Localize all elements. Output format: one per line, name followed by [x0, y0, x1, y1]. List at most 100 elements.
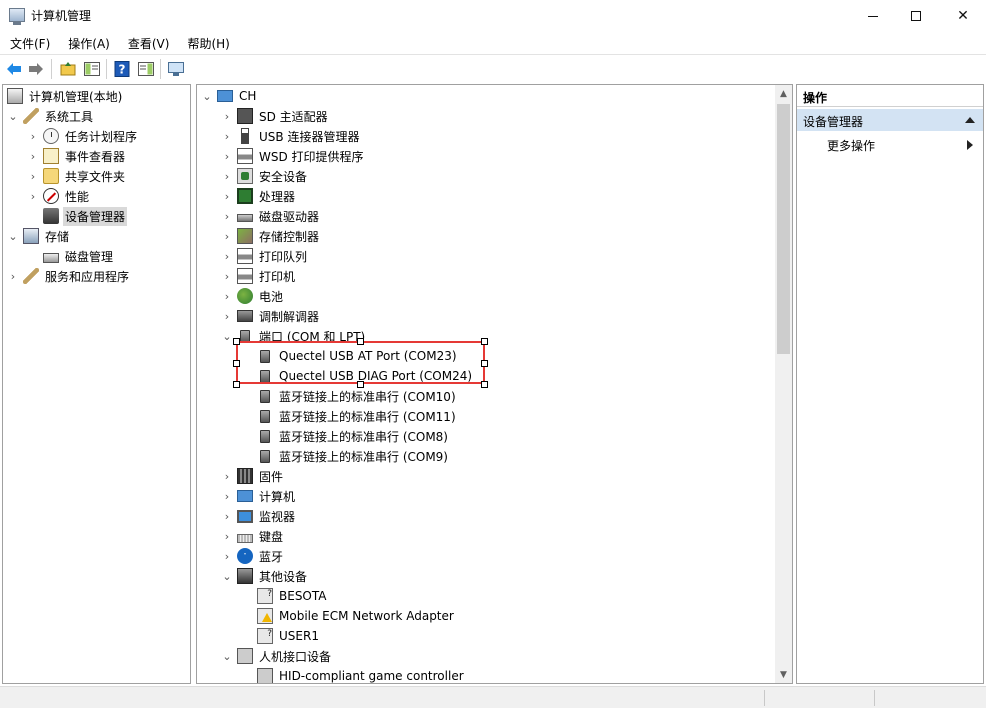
device-label: 安全设备 [259, 169, 308, 184]
forward-arrow-icon[interactable] [27, 60, 45, 78]
device-category[interactable]: › 调制解调器 [221, 306, 321, 326]
device-category[interactable]: › 打印队列 [221, 246, 309, 266]
chevron-right-icon[interactable]: › [221, 110, 233, 123]
menu-action[interactable]: 操作(A) [58, 31, 118, 54]
device-category[interactable]: › 电池 [221, 286, 285, 306]
close-button[interactable]: ✕ [940, 0, 986, 31]
chevron-right-icon[interactable]: › [221, 230, 233, 243]
device-item[interactable]: 蓝牙链接上的标准串行 (COM8) [253, 426, 450, 446]
device-item[interactable]: HID-compliant game controller [253, 666, 466, 683]
chevron-right-icon[interactable]: › [221, 310, 233, 323]
collapse-icon[interactable] [965, 117, 975, 123]
monitor-icon[interactable] [167, 60, 185, 78]
resize-handle[interactable] [357, 381, 364, 388]
up-folder-icon[interactable] [59, 60, 77, 78]
chevron-right-icon[interactable]: › [221, 130, 233, 143]
storage-icon [23, 228, 39, 244]
chevron-right-icon[interactable]: › [221, 530, 233, 543]
minimize-button[interactable] [850, 0, 896, 31]
chevron-down-icon[interactable]: ⌄ [7, 110, 19, 123]
device-category[interactable]: › ᛫ 蓝牙 [221, 546, 285, 566]
device-category[interactable]: › WSD 打印提供程序 [221, 146, 366, 166]
services-icon [23, 268, 39, 284]
resize-handle[interactable] [357, 338, 364, 345]
chevron-right-icon[interactable]: › [221, 210, 233, 223]
device-category[interactable]: ⌄ 其他设备 [221, 566, 309, 586]
device-label: 计算机 [259, 489, 296, 504]
resize-handle[interactable] [233, 381, 240, 388]
device-category[interactable]: › 计算机 [221, 486, 297, 506]
chevron-down-icon[interactable]: ⌄ [221, 650, 233, 663]
printer-icon [237, 248, 253, 264]
device-category[interactable]: › 打印机 [221, 266, 297, 286]
window-title: 计算机管理 [31, 9, 92, 23]
device-category[interactable]: › 固件 [221, 466, 285, 486]
tree-item-services[interactable]: › 服务和应用程序 [7, 266, 131, 286]
actions-section-device-manager[interactable]: 设备管理器 [797, 109, 983, 131]
chevron-right-icon[interactable]: › [221, 270, 233, 283]
scroll-up-icon[interactable]: ▲ [775, 85, 792, 102]
device-category[interactable]: › 安全设备 [221, 166, 309, 186]
device-item[interactable]: 蓝牙链接上的标准串行 (COM10) [253, 386, 458, 406]
tree-item-root[interactable]: 计算机管理(本地) [5, 86, 124, 106]
chevron-right-icon[interactable]: › [221, 510, 233, 523]
resize-handle[interactable] [481, 338, 488, 345]
chevron-right-icon[interactable]: › [221, 550, 233, 563]
chevron-down-icon[interactable]: ⌄ [201, 90, 213, 103]
device-root[interactable]: ⌄ CH [201, 86, 258, 106]
device-item[interactable]: 蓝牙链接上的标准串行 (COM11) [253, 406, 458, 426]
show-tree-icon[interactable] [83, 60, 101, 78]
tree-item-task-scheduler[interactable]: › 任务计划程序 [27, 126, 139, 146]
device-label: USB 连接器管理器 [259, 129, 360, 144]
device-item[interactable]: BESOTA [253, 586, 328, 606]
device-category[interactable]: › 键盘 [221, 526, 285, 546]
device-category[interactable]: › SD 主适配器 [221, 106, 330, 126]
device-category[interactable]: › 磁盘驱动器 [221, 206, 321, 226]
back-arrow-icon[interactable] [5, 60, 23, 78]
device-category[interactable]: › USB 连接器管理器 [221, 126, 361, 146]
help-icon[interactable]: ? [113, 60, 131, 78]
chevron-right-icon[interactable]: › [27, 190, 39, 203]
chevron-right-icon[interactable]: › [221, 470, 233, 483]
tree-item-performance[interactable]: › 性能 [27, 186, 91, 206]
chevron-right-icon[interactable]: › [221, 190, 233, 203]
chevron-right-icon[interactable]: › [7, 270, 19, 283]
menu-view[interactable]: 查看(V) [118, 31, 178, 54]
scrollbar-thumb[interactable] [777, 104, 790, 354]
maximize-button[interactable] [893, 0, 939, 31]
chevron-right-icon[interactable]: › [27, 150, 39, 163]
chevron-down-icon[interactable]: ⌄ [221, 330, 233, 343]
more-actions-item[interactable]: 更多操作 [827, 137, 875, 154]
vertical-scrollbar[interactable]: ▲ ▼ [775, 85, 792, 683]
device-category[interactable]: › 处理器 [221, 186, 297, 206]
device-category[interactable]: ⌄ 人机接口设备 [221, 646, 333, 666]
resize-handle[interactable] [481, 360, 488, 367]
device-item[interactable]: 蓝牙链接上的标准串行 (COM9) [253, 446, 450, 466]
chevron-down-icon[interactable]: ⌄ [7, 230, 19, 243]
menu-help[interactable]: 帮助(H) [177, 31, 237, 54]
tree-item-shared-folders[interactable]: › 共享文件夹 [27, 166, 127, 186]
resize-handle[interactable] [233, 338, 240, 345]
chevron-right-icon[interactable]: › [221, 490, 233, 503]
chevron-down-icon[interactable]: ⌄ [221, 570, 233, 583]
resize-handle[interactable] [233, 360, 240, 367]
resize-handle[interactable] [481, 381, 488, 388]
menu-file[interactable]: 文件(F) [0, 31, 58, 54]
tree-item-disk-management[interactable]: 磁盘管理 [39, 246, 115, 266]
tree-item-storage[interactable]: ⌄ 存储 [7, 226, 71, 246]
chevron-right-icon[interactable]: › [221, 170, 233, 183]
device-item[interactable]: Mobile ECM Network Adapter [253, 606, 456, 626]
chevron-right-icon[interactable]: › [221, 150, 233, 163]
device-category[interactable]: › 监视器 [221, 506, 297, 526]
chevron-right-icon[interactable]: › [27, 170, 39, 183]
chevron-right-icon[interactable]: › [221, 290, 233, 303]
tree-item-device-manager[interactable]: 设备管理器 [39, 206, 128, 226]
chevron-right-icon[interactable]: › [221, 250, 233, 263]
tree-item-system-tools[interactable]: ⌄ 系统工具 [7, 106, 95, 126]
device-category[interactable]: › 存储控制器 [221, 226, 321, 246]
action-pane-icon[interactable] [137, 60, 155, 78]
device-item[interactable]: USER1 [253, 626, 321, 646]
scroll-down-icon[interactable]: ▼ [775, 666, 792, 683]
tree-item-event-viewer[interactable]: › 事件查看器 [27, 146, 127, 166]
chevron-right-icon[interactable]: › [27, 130, 39, 143]
